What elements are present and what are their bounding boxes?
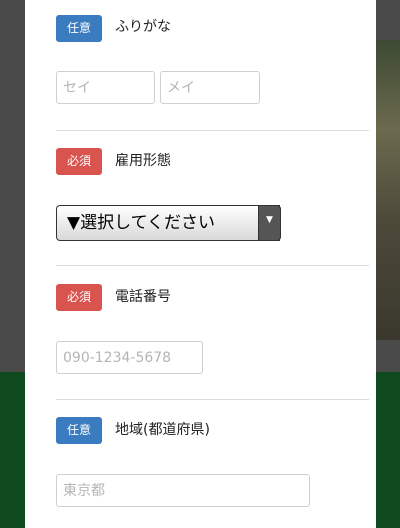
phone-label: 電話番号 xyxy=(115,289,171,305)
form-modal: 任意 ふりがな 必須 雇用形態 ▼選択してください ▼ 必須 電話番号 任意 地… xyxy=(25,0,376,528)
divider xyxy=(56,130,369,131)
region-input[interactable] xyxy=(56,474,310,507)
optional-badge: 任意 xyxy=(56,417,102,444)
divider xyxy=(56,399,369,400)
required-badge: 必須 xyxy=(56,284,102,311)
mei-input[interactable] xyxy=(160,71,260,104)
employment-label: 雇用形態 xyxy=(115,153,171,169)
region-label: 地域(都道府県) xyxy=(115,422,210,438)
background-photo xyxy=(376,40,400,340)
optional-badge: 任意 xyxy=(56,15,102,42)
employment-select[interactable]: ▼選択してください xyxy=(56,205,280,241)
phone-input[interactable] xyxy=(56,341,203,374)
required-badge: 必須 xyxy=(56,148,102,175)
sei-input[interactable] xyxy=(56,71,155,104)
furigana-label: ふりがな xyxy=(115,19,171,35)
divider xyxy=(56,265,369,266)
select-arrow-icon[interactable]: ▼ xyxy=(258,205,281,241)
